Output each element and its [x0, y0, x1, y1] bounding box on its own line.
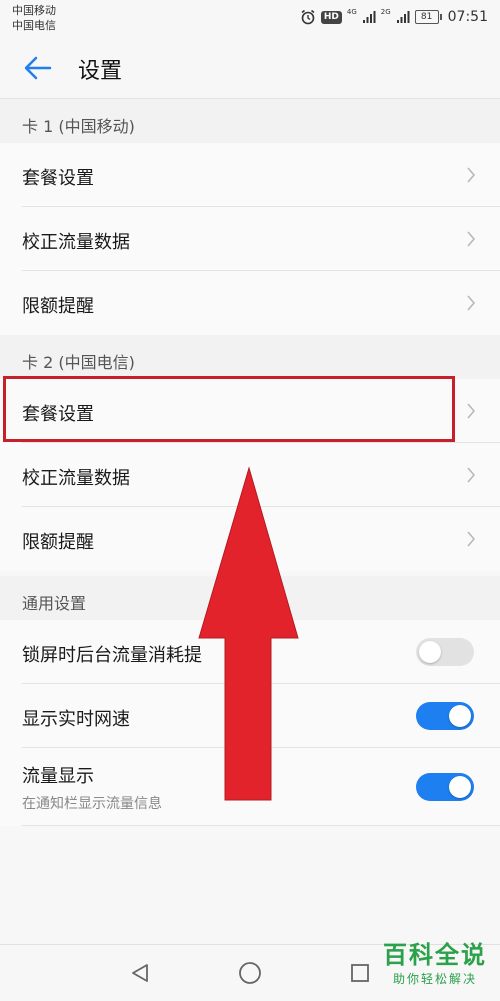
- card1-calibrate-data[interactable]: 校正流量数据: [0, 207, 500, 271]
- app-header: 设置: [0, 36, 500, 99]
- lockscreen-traffic-reminder[interactable]: 锁屏时后台流量消耗提: [0, 620, 500, 684]
- watermark-subtitle: 助你轻松解决: [392, 972, 477, 986]
- toggle-knob: [419, 641, 441, 663]
- realtime-speed-toggle[interactable]: [416, 702, 474, 730]
- row-label: 限额提醒: [22, 296, 94, 317]
- traffic-display-toggle[interactable]: [416, 773, 474, 801]
- hd-badge: HD: [320, 10, 342, 24]
- nav-recents-button[interactable]: [346, 959, 374, 987]
- section-title: 卡 1 (中国移动): [22, 117, 135, 136]
- alarm-icon: [301, 9, 315, 25]
- row-label: 校正流量数据: [22, 468, 130, 489]
- chevron-right-icon: [467, 531, 476, 547]
- watermark-title: 百科全说: [383, 941, 487, 969]
- circle-home-icon: [239, 962, 261, 984]
- chevron-right-icon: [467, 403, 476, 419]
- watermark-logo: 百科全说 助你轻松解决: [374, 940, 496, 987]
- card2-limit-reminder[interactable]: 限额提醒: [0, 507, 500, 571]
- card2-plan-settings[interactable]: 套餐设置: [0, 379, 500, 443]
- network-type-2: 2G: [380, 8, 391, 16]
- lockscreen-traffic-toggle[interactable]: [416, 638, 474, 666]
- status-icons: HD 4G 2G 81 07:51: [300, 7, 488, 27]
- row-label: 套餐设置: [22, 168, 94, 189]
- network-type-1: 4G: [346, 8, 357, 16]
- show-realtime-speed[interactable]: 显示实时网速: [0, 684, 500, 748]
- carrier-info: 中国移动 中国电信: [12, 3, 56, 33]
- nav-home-button[interactable]: [236, 959, 264, 987]
- section-title: 卡 2 (中国电信): [22, 353, 135, 372]
- signal-icon-2: [396, 11, 410, 23]
- row-label: 限额提醒: [22, 532, 94, 553]
- chevron-right-icon: [467, 467, 476, 483]
- chevron-right-icon: [467, 295, 476, 311]
- triangle-back-icon: [132, 964, 148, 982]
- toggle-knob: [449, 776, 471, 798]
- section-title: 通用设置: [22, 594, 87, 613]
- section-header-card1: 卡 1 (中国移动): [0, 99, 500, 143]
- traffic-display[interactable]: 流量显示 在通知栏显示流量信息: [0, 748, 500, 826]
- toggle-knob: [449, 705, 471, 727]
- section-header-general: 通用设置: [0, 576, 500, 620]
- back-button[interactable]: [20, 50, 56, 86]
- row-label: 显示实时网速: [22, 709, 130, 730]
- carrier-2: 中国电信: [12, 19, 56, 32]
- row-label: 流量显示: [22, 766, 94, 787]
- section-header-card2: 卡 2 (中国电信): [0, 335, 500, 379]
- row-subtitle: 在通知栏显示流量信息: [22, 796, 162, 812]
- carrier-1: 中国移动: [12, 4, 56, 17]
- row-label: 校正流量数据: [22, 232, 130, 253]
- card2-calibrate-data[interactable]: 校正流量数据: [0, 443, 500, 507]
- divider: [22, 825, 500, 826]
- page-title: 设置: [78, 59, 123, 84]
- signal-icon: [362, 11, 376, 23]
- arrow-left-icon: [24, 56, 52, 80]
- card1-limit-reminder[interactable]: 限额提醒: [0, 271, 500, 335]
- row-label: 锁屏时后台流量消耗提: [22, 645, 202, 666]
- row-label: 套餐设置: [22, 404, 94, 425]
- chevron-right-icon: [467, 167, 476, 183]
- status-bar: 中国移动 中国电信 HD 4G 2G 81 07:51: [0, 0, 500, 36]
- card1-plan-settings[interactable]: 套餐设置: [0, 143, 500, 207]
- status-time: 07:51: [447, 9, 488, 25]
- battery-icon: 81: [414, 10, 442, 24]
- chevron-right-icon: [467, 231, 476, 247]
- square-recents-icon: [351, 964, 369, 982]
- nav-back-button[interactable]: [126, 959, 154, 987]
